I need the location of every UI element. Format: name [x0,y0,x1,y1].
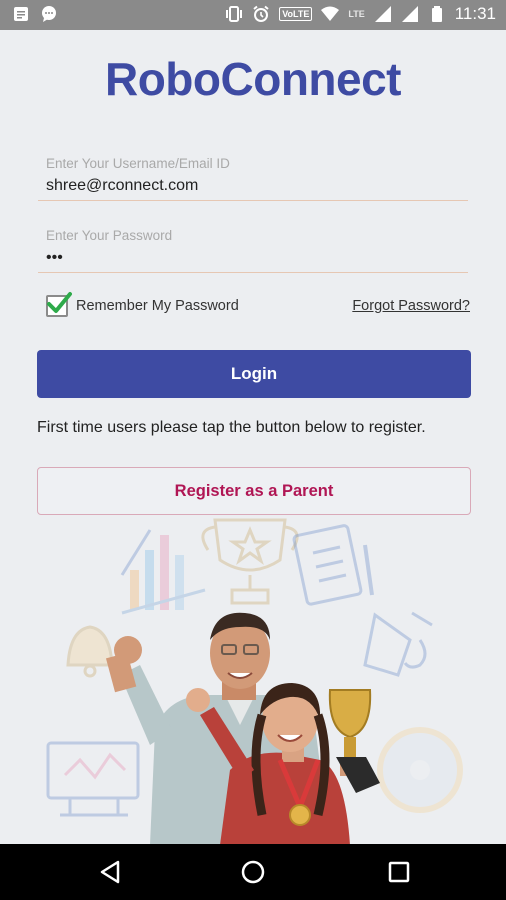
bar-chart-icon [120,529,206,615]
home-icon[interactable] [239,858,267,886]
remember-password-row[interactable]: Remember My Password [46,292,239,317]
lte-label: LTE [348,9,365,19]
password-field[interactable]: Enter Your Password ••• [38,228,468,273]
volte-badge: VoLTE [279,7,313,21]
remember-label: Remember My Password [76,298,239,314]
recents-icon[interactable] [385,858,413,886]
cd-disc-icon [377,727,463,813]
register-parent-button[interactable]: Register as a Parent [37,467,471,515]
app-logo: RoboConnect [104,53,402,105]
wifi-icon [321,6,340,21]
signal-icon [401,6,418,22]
trophy-outline-icon [201,518,299,605]
forgot-password-link[interactable]: Forgot Password? [352,298,470,314]
checklist-icon [292,524,374,606]
alarm-icon [253,5,269,22]
monitor-icon [46,741,140,817]
clock: 11:31 [454,4,496,23]
flask-icon [363,611,433,677]
navigation-bar [0,844,506,900]
remember-checkbox[interactable] [46,292,72,317]
username-field[interactable]: Enter Your Username/Email ID shree@rconn… [38,156,468,201]
vibrate-icon [226,6,243,22]
username-label: Enter Your Username/Email ID [46,156,230,171]
battery-icon [431,6,442,22]
status-bar: VoLTE LTE 11:31 [0,0,506,30]
hero-illustration [46,518,463,845]
check-icon [47,292,72,313]
login-button[interactable]: Login [37,350,471,398]
back-icon[interactable] [96,858,124,886]
notification-icon [14,7,28,21]
password-label: Enter Your Password [46,228,173,243]
password-input[interactable]: ••• [38,249,468,267]
username-input[interactable]: shree@rconnect.com [38,177,468,195]
chat-icon [42,6,56,22]
signal-icon [374,6,391,22]
bell-icon [66,625,114,678]
first-time-info: First time users please tap the button b… [37,419,426,436]
